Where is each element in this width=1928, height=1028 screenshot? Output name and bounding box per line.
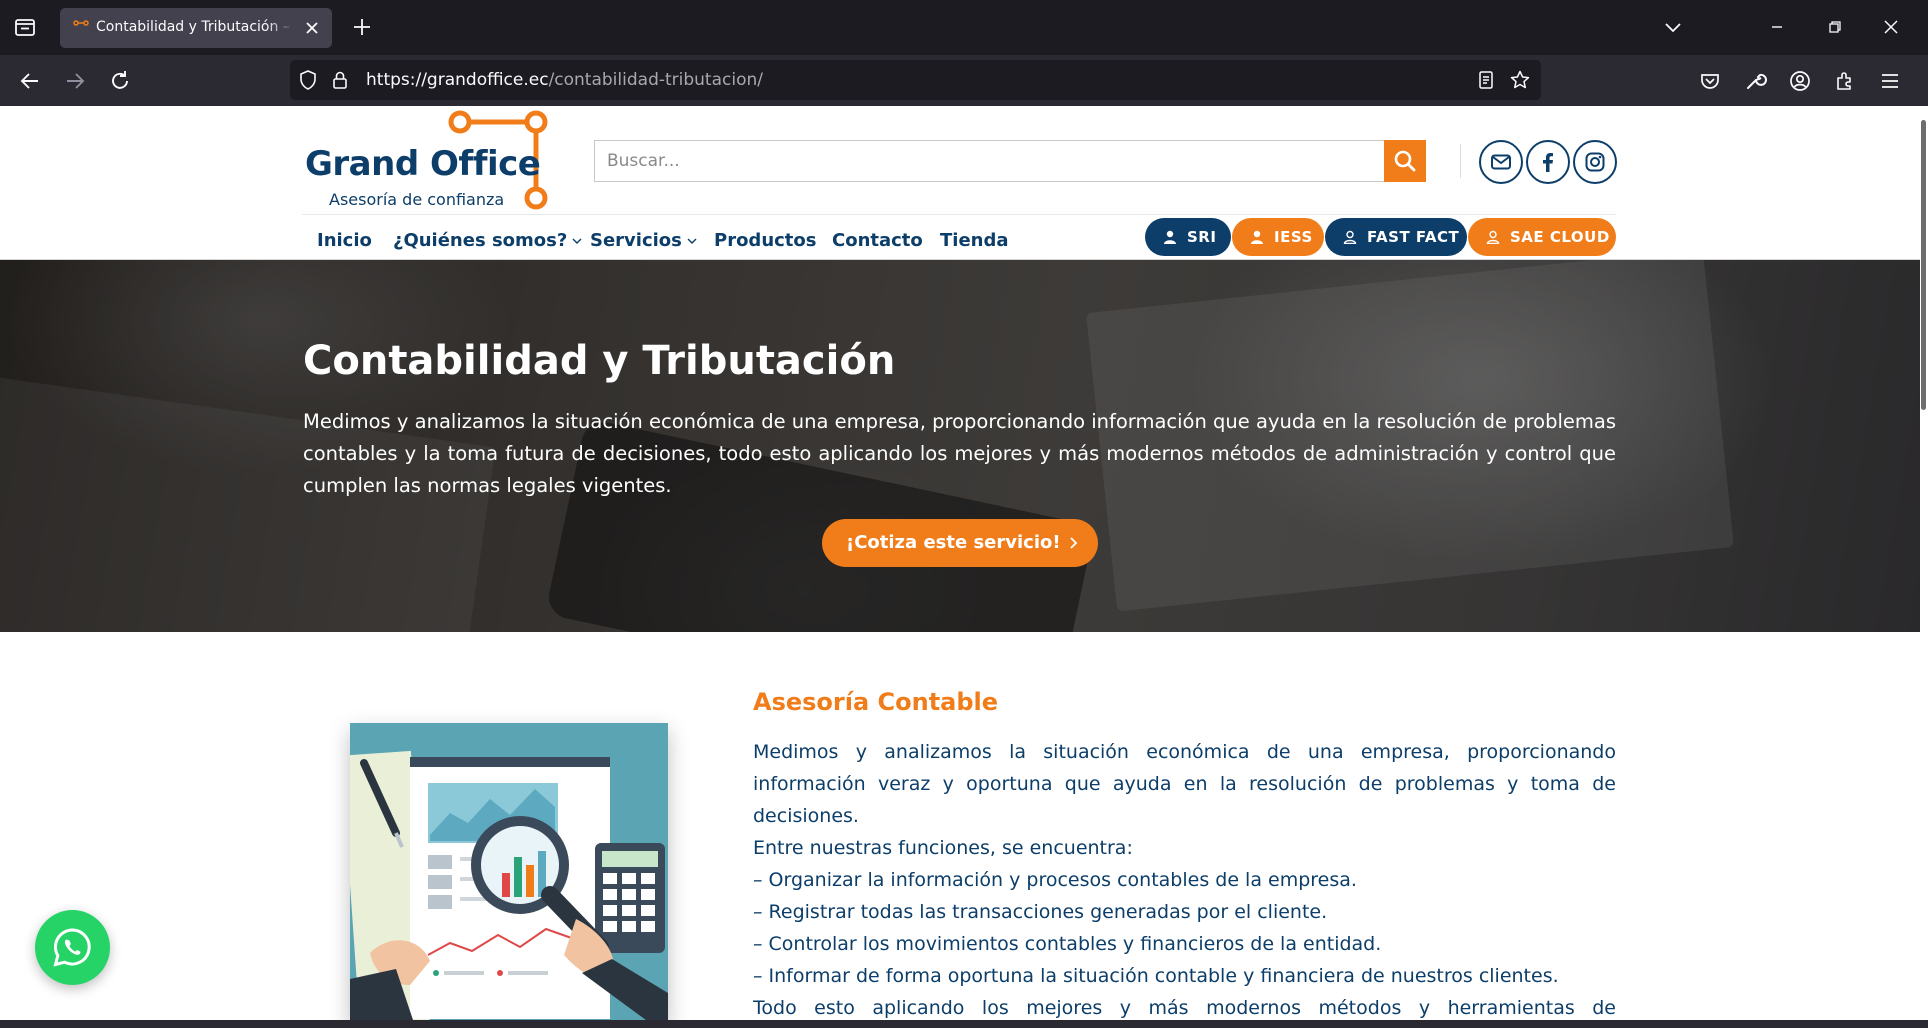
iess-button[interactable]: IESS bbox=[1232, 218, 1324, 256]
hero-title: Contabilidad y Tributación bbox=[303, 338, 896, 384]
iess-label: IESS bbox=[1274, 228, 1313, 246]
section-content: Medimos y analizamos la situación económ… bbox=[753, 736, 1616, 1020]
accounting-illustration bbox=[350, 723, 668, 1020]
facebook-link[interactable] bbox=[1526, 140, 1570, 184]
menu-item-quienes-somos[interactable]: ¿Quiénes somos? bbox=[393, 224, 583, 258]
nav-divider bbox=[302, 214, 1616, 215]
menu-label: Productos bbox=[714, 230, 817, 251]
quote-service-button[interactable]: ¡Cotiza este servicio! bbox=[822, 519, 1098, 567]
email-link[interactable] bbox=[1479, 140, 1523, 184]
quote-service-label: ¡Cotiza este servicio! bbox=[846, 532, 1061, 553]
sri-label: SRI bbox=[1187, 228, 1217, 246]
instagram-link[interactable] bbox=[1573, 140, 1617, 184]
tab-list-icon[interactable] bbox=[12, 14, 38, 40]
page-viewport: Grand Office Asesoría de confianza Inici… bbox=[0, 106, 1920, 1020]
search-form bbox=[594, 140, 1426, 182]
url-host: https://grandoffice.ec bbox=[366, 70, 549, 90]
logo-tagline: Asesoría de confianza bbox=[329, 190, 505, 209]
browser-tab-bar: Contabilidad y Tributación – Grand Offic… bbox=[0, 0, 1928, 55]
active-tab[interactable]: Contabilidad y Tributación – Grand Offic… bbox=[60, 8, 332, 48]
shield-icon[interactable] bbox=[297, 69, 319, 91]
app-menu-icon[interactable] bbox=[1876, 67, 1904, 95]
user-outline-icon bbox=[1343, 230, 1357, 244]
function-item: – Registrar todas las transacciones gene… bbox=[753, 901, 1328, 923]
site-logo[interactable]: Grand Office Asesoría de confianza bbox=[302, 110, 562, 212]
section-closing: Todo esto aplicando los mejores y más mo… bbox=[753, 997, 1616, 1019]
functions-heading: Entre nuestras funciones, se encuentra: bbox=[753, 837, 1133, 859]
section-intro: Medimos y analizamos la situación económ… bbox=[753, 741, 1616, 827]
url-bar[interactable]: https://grandoffice.ec/contabilidad-trib… bbox=[290, 60, 1541, 100]
pocket-icon[interactable] bbox=[1696, 67, 1724, 95]
hero-description: Medimos y analizamos la situación económ… bbox=[303, 410, 1616, 497]
page-scrollbar[interactable] bbox=[1920, 106, 1928, 1020]
logo-title: Grand Office bbox=[305, 144, 541, 184]
menu-item-servicios[interactable]: Servicios bbox=[590, 224, 698, 258]
user-icon bbox=[1250, 230, 1264, 244]
function-item: – Informar de forma oportuna la situació… bbox=[753, 965, 1559, 987]
url-text[interactable]: https://grandoffice.ec/contabilidad-trib… bbox=[366, 70, 763, 90]
user-icon bbox=[1163, 230, 1177, 244]
header-divider bbox=[1460, 144, 1461, 178]
search-input[interactable] bbox=[595, 141, 1383, 181]
fast-fact-label: FAST FACT bbox=[1367, 228, 1460, 246]
instagram-icon bbox=[1585, 152, 1605, 172]
menu-label: Servicios bbox=[590, 230, 682, 251]
scrollbar-thumb[interactable] bbox=[1921, 120, 1926, 410]
sri-button[interactable]: SRI bbox=[1145, 218, 1231, 256]
facebook-icon bbox=[1543, 153, 1553, 172]
menu-item-tienda[interactable]: Tienda bbox=[940, 224, 1009, 258]
chevron-right-icon bbox=[1068, 536, 1078, 550]
sae-cloud-button[interactable]: SAE CLOUD bbox=[1468, 218, 1616, 256]
list-all-tabs-icon[interactable] bbox=[1660, 14, 1686, 40]
whatsapp-icon bbox=[53, 928, 91, 967]
menu-item-contacto[interactable]: Contacto bbox=[832, 224, 923, 258]
menu-item-inicio[interactable]: Inicio bbox=[317, 224, 372, 258]
browser-nav-bar: https://grandoffice.ec/contabilidad-trib… bbox=[0, 55, 1928, 106]
fast-fact-button[interactable]: FAST FACT bbox=[1325, 218, 1467, 256]
bookmark-star-icon[interactable] bbox=[1509, 69, 1531, 91]
chevron-down-icon bbox=[571, 235, 583, 247]
close-window-icon[interactable] bbox=[1878, 14, 1904, 40]
close-tab-icon[interactable] bbox=[302, 18, 322, 38]
extensions-icon[interactable] bbox=[1831, 67, 1859, 95]
menu-label: ¿Quiénes somos? bbox=[393, 230, 568, 251]
menu-label: Contacto bbox=[832, 230, 923, 251]
back-icon[interactable] bbox=[16, 67, 44, 95]
new-tab-icon[interactable] bbox=[350, 15, 374, 39]
search-button[interactable] bbox=[1384, 140, 1426, 182]
section-title: Asesoría Contable bbox=[753, 688, 999, 716]
reader-view-icon[interactable] bbox=[1475, 69, 1497, 91]
menu-label: Inicio bbox=[317, 230, 372, 251]
restore-icon[interactable] bbox=[1822, 14, 1848, 40]
chevron-down-icon bbox=[686, 235, 698, 247]
window-bottom-edge bbox=[0, 1020, 1928, 1028]
account-icon[interactable] bbox=[1786, 67, 1814, 95]
function-item: – Controlar los movimientos contables y … bbox=[753, 933, 1382, 955]
menu-label: Tienda bbox=[940, 230, 1009, 251]
hero-banner: Contabilidad y Tributación Medimos y ana… bbox=[0, 260, 1920, 632]
minimize-icon[interactable] bbox=[1764, 14, 1790, 40]
tab-title: Contabilidad y Tributación – Grand Offic… bbox=[96, 19, 296, 35]
user-outline-icon bbox=[1486, 230, 1500, 244]
site-favicon-icon bbox=[73, 20, 89, 36]
wrench-icon[interactable] bbox=[1741, 67, 1769, 95]
envelope-icon bbox=[1491, 154, 1511, 170]
lock-icon[interactable] bbox=[329, 69, 351, 91]
url-path: /contabilidad-tributacion/ bbox=[548, 70, 763, 90]
reload-icon[interactable] bbox=[106, 67, 134, 95]
forward-icon[interactable] bbox=[61, 67, 89, 95]
menu-item-productos[interactable]: Productos bbox=[714, 224, 817, 258]
whatsapp-chat-button[interactable] bbox=[35, 910, 110, 985]
search-icon bbox=[1394, 150, 1416, 172]
function-item: – Organizar la información y procesos co… bbox=[753, 869, 1357, 891]
sae-cloud-label: SAE CLOUD bbox=[1510, 228, 1610, 246]
